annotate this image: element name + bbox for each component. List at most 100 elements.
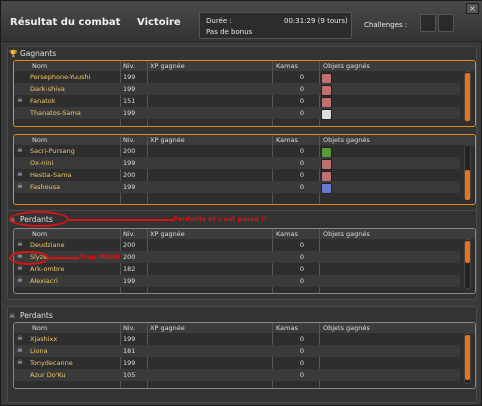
player-row[interactable]: ☠ Alexiacri 199 0: [14, 275, 460, 287]
item-icon[interactable]: [321, 109, 332, 120]
table-header: Nom Niv. XP gagnée Kamas Objets gagnés: [14, 61, 475, 71]
player-row[interactable]: ☠ Liona 181 0: [14, 345, 460, 357]
col-xp[interactable]: XP gagnée: [150, 230, 185, 238]
player-kamas: 0: [299, 241, 304, 249]
col-items[interactable]: Objets gagnés: [323, 324, 370, 332]
winners-title: Gagnants: [20, 49, 57, 58]
losers-heading-2: ☠ Perdants: [9, 311, 53, 320]
col-xp[interactable]: XP gagnée: [150, 136, 185, 144]
col-name[interactable]: Nom: [32, 324, 47, 332]
col-level[interactable]: Niv.: [123, 136, 135, 144]
player-name[interactable]: Sacri-Pursang: [30, 147, 75, 155]
player-kamas: 0: [299, 109, 304, 117]
player-kamas: 0: [299, 371, 304, 379]
scrollbar[interactable]: [464, 145, 471, 200]
player-row[interactable]: ☠ Deudziane 200 0: [14, 239, 460, 251]
annotation-losers-note: Perdants et c'est passé !!: [173, 215, 267, 223]
player-row[interactable]: ☠ Sacri-Pursang 200 0: [14, 145, 460, 158]
table-header: Nom Niv. XP gagnée Kamas Objets gagnés: [14, 323, 475, 333]
duration-value: 00:31:29 (9 tours): [284, 17, 348, 25]
col-kamas[interactable]: Kamas: [276, 136, 298, 144]
player-kamas: 0: [299, 183, 304, 191]
player-kamas: 0: [299, 97, 304, 105]
player-name[interactable]: Alexiacri: [30, 277, 58, 285]
player-kamas: 0: [299, 253, 304, 261]
player-name[interactable]: Ark-ombre: [30, 265, 64, 273]
player-level: 199: [123, 183, 136, 191]
skull-icon: ☠: [9, 312, 16, 320]
col-items[interactable]: Objets gagnés: [323, 136, 370, 144]
col-items[interactable]: Objets gagnés: [323, 230, 370, 238]
player-row[interactable]: ☠ Fashousa 199 0: [14, 181, 460, 194]
scrollbar-thumb[interactable]: [465, 335, 470, 380]
player-level: 199: [123, 359, 136, 367]
player-kamas: 0: [299, 265, 304, 273]
trophy-icon: 🏆: [9, 50, 18, 58]
col-level[interactable]: Niv.: [123, 324, 135, 332]
skull-icon: ☠: [17, 96, 23, 104]
col-name[interactable]: Nom: [32, 136, 47, 144]
col-xp[interactable]: XP gagnée: [150, 324, 185, 332]
player-row[interactable]: Azur Do'Ku 105 0: [14, 369, 460, 381]
player-kamas: 0: [299, 277, 304, 285]
player-name[interactable]: Azur Do'Ku: [30, 371, 66, 379]
scrollbar[interactable]: [464, 239, 471, 289]
col-kamas[interactable]: Kamas: [276, 62, 298, 70]
player-name[interactable]: Ox-nini: [30, 159, 53, 167]
player-row[interactable]: Ox-nini 199 0: [14, 157, 460, 170]
player-kamas: 0: [299, 171, 304, 179]
skull-icon: ☠: [17, 146, 23, 154]
player-name[interactable]: Deudziane: [30, 241, 65, 249]
player-name[interactable]: Liona: [30, 347, 48, 355]
combat-result: Victoire: [137, 17, 181, 28]
col-items[interactable]: Objets gagnés: [323, 62, 370, 70]
player-row[interactable]: ☠ Tonydecanne 199 0: [14, 357, 460, 369]
skull-icon: ☠: [17, 182, 23, 190]
col-level[interactable]: Niv.: [123, 62, 135, 70]
player-level: 105: [123, 371, 136, 379]
player-row[interactable]: Thanatos-Sama 199 0: [14, 107, 460, 120]
col-name[interactable]: Nom: [32, 62, 47, 70]
scrollbar-thumb[interactable]: [465, 73, 470, 121]
col-level[interactable]: Niv.: [123, 230, 135, 238]
player-row[interactable]: ☠ Xjashixx 199 0: [14, 333, 460, 345]
scrollbar-thumb[interactable]: [465, 241, 470, 263]
window-title: Résultat du combat: [10, 17, 121, 28]
player-level: 200: [123, 241, 136, 249]
player-level: 199: [123, 85, 136, 93]
challenge-slot-1[interactable]: [420, 14, 436, 32]
player-row[interactable]: ☠ Fanatok 151 0: [14, 95, 460, 108]
col-kamas[interactable]: Kamas: [276, 230, 298, 238]
player-row[interactable]: ☠ Hestia-Sama 200 0: [14, 169, 460, 182]
col-name[interactable]: Nom: [32, 230, 47, 238]
player-level: 199: [123, 109, 136, 117]
skull-icon: ☠: [17, 240, 23, 248]
challenge-slot-2[interactable]: [438, 14, 454, 32]
player-name[interactable]: Thanatos-Sama: [30, 109, 81, 117]
losers-title-2: Perdants: [20, 311, 53, 320]
player-row[interactable]: ☠ Ark-ombre 182 0: [14, 263, 460, 275]
player-kamas: 0: [299, 73, 304, 81]
annotation-arrow-2: [49, 257, 79, 259]
player-name[interactable]: Tonydecanne: [30, 359, 73, 367]
player-name[interactable]: Fashousa: [30, 183, 60, 191]
skull-icon: ☠: [17, 346, 23, 354]
skull-icon: ☠: [17, 358, 23, 366]
scrollbar[interactable]: [464, 71, 471, 122]
duration-label: Durée :: [206, 17, 232, 25]
player-name[interactable]: Persephone-Yuushi: [30, 73, 90, 81]
losers-table-1: Nom Niv. XP gagnée Kamas Objets gagnés ☠…: [13, 228, 476, 294]
scrollbar[interactable]: [464, 333, 471, 384]
player-name[interactable]: Fanatok: [30, 97, 56, 105]
player-name[interactable]: Hestia-Sama: [30, 171, 71, 179]
player-row[interactable]: Persephone-Yuushi 199 0: [14, 71, 460, 84]
player-name[interactable]: Xjashixx: [30, 335, 57, 343]
item-icon[interactable]: [321, 183, 332, 194]
col-kamas[interactable]: Kamas: [276, 324, 298, 332]
player-name[interactable]: Dark-shiva: [30, 85, 65, 93]
player-row[interactable]: Dark-shiva 199 0: [14, 83, 460, 96]
skull-icon: ☠: [17, 276, 23, 284]
col-xp[interactable]: XP gagnée: [150, 62, 185, 70]
close-button[interactable]: ×: [466, 3, 479, 14]
scrollbar-thumb[interactable]: [465, 170, 470, 200]
